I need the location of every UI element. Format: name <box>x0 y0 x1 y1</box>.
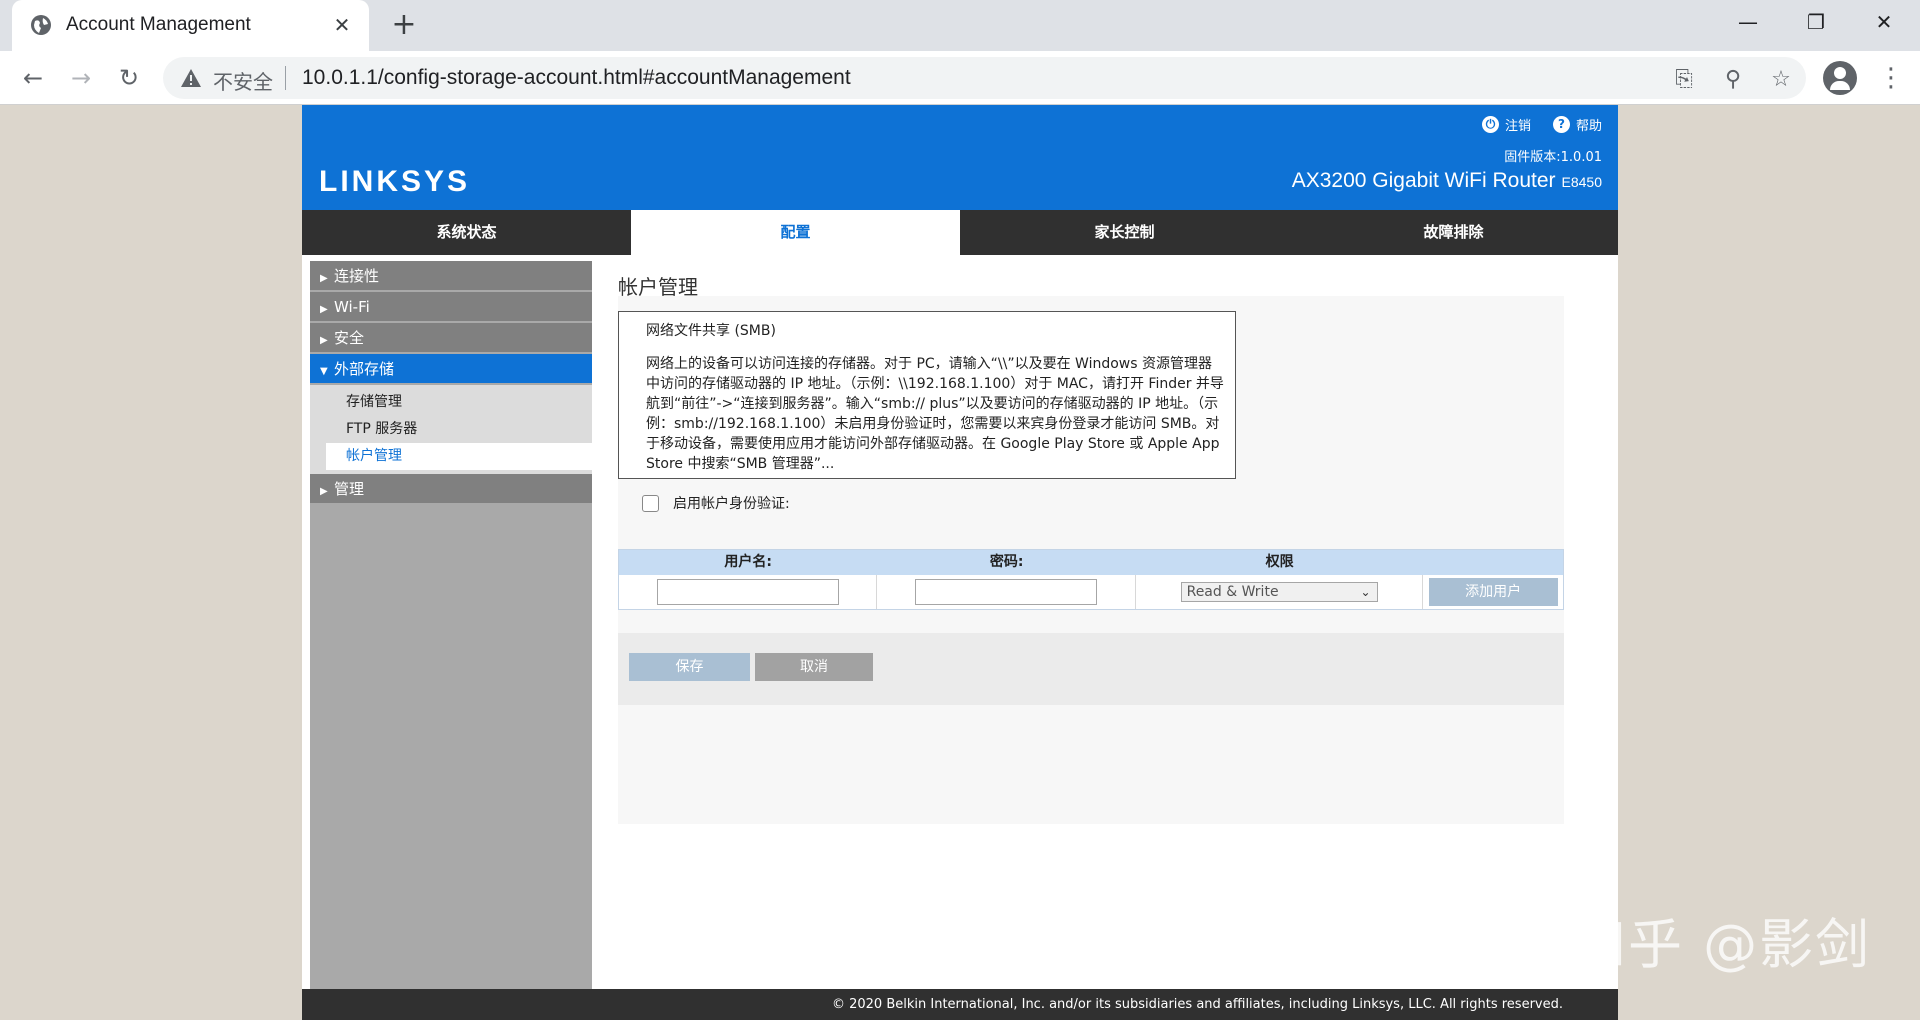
insecure-label: 不安全 <box>213 70 273 94</box>
zoom-icon[interactable]: ⚲ <box>1719 66 1747 94</box>
smb-info-box: 网络文件共享 (SMB) 网络上的设备可以访问连接的存储器。对于 PC，请输入“… <box>618 311 1236 479</box>
sidebar-item-label: Wi-Fi <box>334 298 370 316</box>
new-tab-button[interactable]: + <box>388 10 420 42</box>
caret-right-icon: ▶ <box>320 304 328 315</box>
sidebar-item-connectivity[interactable]: ▶ 连接性 <box>310 261 592 292</box>
sidebar-item-external-storage[interactable]: ▼ 外部存储 <box>310 354 592 385</box>
permission-value: Read & Write <box>1186 584 1279 600</box>
sidebar-item-label: 安全 <box>334 329 365 347</box>
page-title: 帐户管理 <box>618 275 698 299</box>
password-cell <box>877 575 1136 609</box>
tab-configuration[interactable]: 配置 <box>631 210 960 255</box>
table-row: Read & Write ⌄ 添加用户 <box>619 575 1563 609</box>
tab-strip: Account Management ✕ + — ❐ ✕ <box>0 0 1920 51</box>
action-cell: 添加用户 <box>1423 575 1563 609</box>
column-action <box>1423 550 1563 575</box>
sidebar-item-administration[interactable]: ▶ 管理 <box>310 474 592 505</box>
back-icon[interactable]: ← <box>15 60 51 96</box>
cancel-button[interactable]: 取消 <box>755 653 873 681</box>
logout-link[interactable]: 注销 <box>1505 115 1531 134</box>
sidebar-item-label: 管理 <box>334 480 365 498</box>
router-page: LINKSYS ⏻ 注销 ? 帮助 固件版本:1.0.01 AX3200 Gig… <box>302 105 1618 1020</box>
browser-menu-icon[interactable]: ⋮ <box>1878 60 1904 96</box>
sidebar-subitem-storage-management[interactable]: 存储管理 <box>310 389 592 416</box>
permission-select[interactable]: Read & Write ⌄ <box>1180 582 1378 602</box>
logout-icon[interactable]: ⏻ <box>1481 116 1499 133</box>
sidebar-item-security[interactable]: ▶ 安全 <box>310 323 592 354</box>
form-actions: 保存 取消 <box>618 633 1564 705</box>
translate-icon[interactable]: ⎘ <box>1670 66 1698 94</box>
caret-right-icon: ▶ <box>320 335 328 346</box>
sidebar-submenu: 存储管理 FTP 服务器 帐户管理 <box>310 385 592 474</box>
smb-description: 网络上的设备可以访问连接的存储器。对于 PC，请输入“\\”以及要在 Windo… <box>646 356 1224 472</box>
main-navigation: 系统状态 配置 家长控制 故障排除 <box>302 210 1618 255</box>
page-header: LINKSYS ⏻ 注销 ? 帮助 固件版本:1.0.01 AX3200 Gig… <box>302 105 1618 210</box>
password-input[interactable] <box>915 579 1098 605</box>
sidebar-item-wifi[interactable]: ▶ Wi-Fi <box>310 292 592 323</box>
username-input[interactable] <box>656 579 839 605</box>
sidebar-item-label: 连接性 <box>334 267 380 285</box>
globe-icon <box>31 15 51 35</box>
sidebar-subitem-ftp-server[interactable]: FTP 服务器 <box>310 416 592 443</box>
address-bar[interactable]: 不安全 10.0.1.1/config-storage-account.html… <box>163 57 1806 99</box>
caret-right-icon: ▶ <box>320 273 328 284</box>
help-icon[interactable]: ? <box>1552 116 1570 133</box>
smb-title: 网络文件共享 (SMB) <box>646 323 776 339</box>
model-name: AX3200 Gigabit WiFi Router <box>1291 169 1556 192</box>
minimize-icon[interactable]: — <box>1726 6 1770 38</box>
table-header: 用户名: 密码: 权限 <box>619 550 1563 575</box>
restore-icon[interactable]: ❐ <box>1794 6 1838 38</box>
sidebar: ▶ 连接性 ▶ Wi-Fi ▶ 安全 ▼ 外部存储 存储管理 FTP 服务器 帐户管理 … <box>310 261 592 989</box>
tab-title: Account Management <box>66 14 251 35</box>
reload-icon[interactable]: ↻ <box>111 60 147 96</box>
save-button[interactable]: 保存 <box>629 653 750 681</box>
model-code: E8450 <box>1561 174 1602 190</box>
username-cell <box>619 575 878 609</box>
tab-troubleshooting[interactable]: 故障排除 <box>1289 210 1618 255</box>
column-username: 用户名: <box>724 554 773 570</box>
help-link[interactable]: 帮助 <box>1576 115 1602 134</box>
router-model: AX3200 Gigabit WiFi Router E8450 <box>1292 169 1602 193</box>
linksys-logo: LINKSYS <box>319 165 471 198</box>
tab-parental-control[interactable]: 家长控制 <box>960 210 1289 255</box>
browser-toolbar: ← → ↻ 不安全 10.0.1.1/config-storage-accoun… <box>0 51 1920 105</box>
url-text[interactable]: 10.0.1.1/config-storage-account.html#acc… <box>302 66 851 90</box>
caret-down-icon: ▼ <box>320 366 328 377</box>
header-links: ⏻ 注销 ? 帮助 <box>1481 115 1602 134</box>
column-password: 密码: <box>989 554 1024 570</box>
auth-row: 启用帐户身份验证: <box>642 493 790 513</box>
profile-avatar-icon[interactable] <box>1823 61 1857 95</box>
browser-tab[interactable]: Account Management ✕ <box>12 0 369 51</box>
chevron-down-icon: ⌄ <box>1360 585 1371 599</box>
page-footer: © 2020 Belkin International, Inc. and/or… <box>302 989 1618 1020</box>
zhihu-watermark: 知乎 @影剑 <box>1572 913 1872 976</box>
close-tab-icon[interactable]: ✕ <box>329 12 355 38</box>
enable-auth-label: 启用帐户身份验证: <box>673 496 790 512</box>
firmware-version: 固件版本:1.0.01 <box>1504 150 1602 165</box>
sidebar-item-label: 外部存储 <box>334 360 395 378</box>
add-user-button[interactable]: 添加用户 <box>1428 578 1558 606</box>
address-separator <box>285 66 286 90</box>
sidebar-subitem-account-management[interactable]: 帐户管理 <box>326 443 592 470</box>
account-table: 用户名: 密码: 权限 Read & Write ⌄ 添加用户 <box>618 549 1564 610</box>
warning-icon <box>181 69 201 87</box>
column-permission: 权限 <box>1265 554 1294 570</box>
forward-icon[interactable]: → <box>63 60 99 96</box>
bookmark-star-icon[interactable]: ☆ <box>1767 66 1795 94</box>
tab-status[interactable]: 系统状态 <box>302 210 631 255</box>
enable-auth-checkbox[interactable] <box>642 494 659 512</box>
window-close-icon[interactable]: ✕ <box>1862 6 1906 38</box>
caret-right-icon: ▶ <box>320 486 328 497</box>
permission-cell: Read & Write ⌄ <box>1136 575 1424 609</box>
